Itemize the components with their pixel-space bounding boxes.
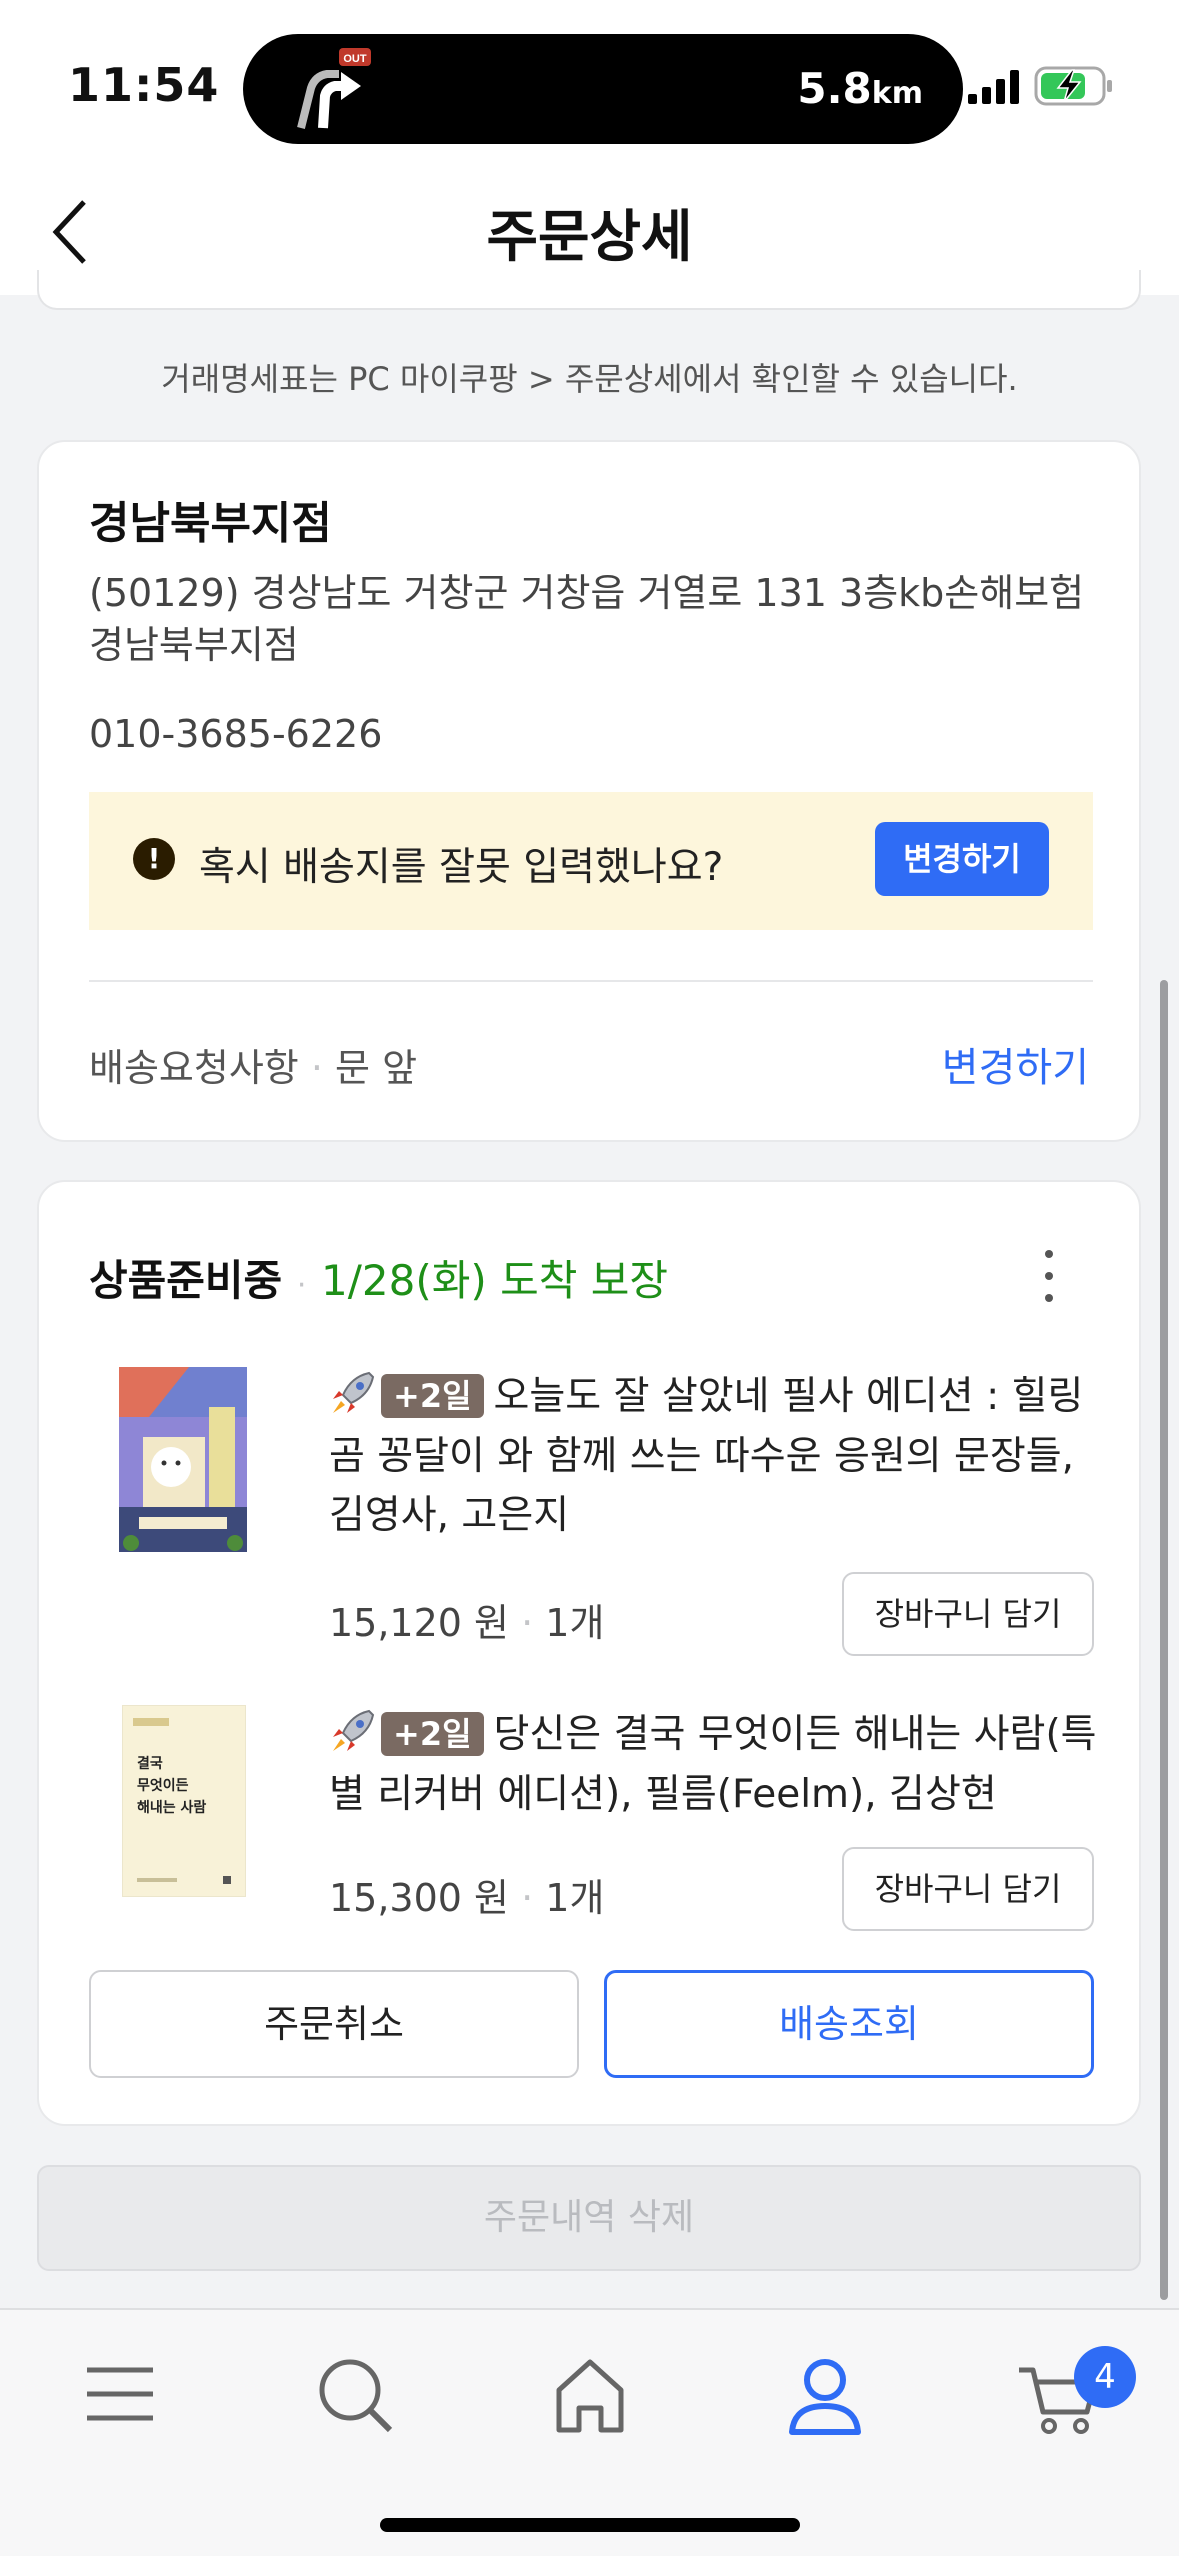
book-cover-image	[119, 1367, 247, 1552]
delivery-request: 배송요청사항 · 문 앞	[89, 1037, 417, 1092]
product-price: 15,300 원 · 1개	[329, 1867, 604, 1922]
distance-unit: km	[871, 76, 923, 111]
search-icon[interactable]	[310, 2350, 400, 2440]
recipient-phone: 010-3685-6226	[89, 712, 383, 756]
delivery-request-label: 배송요청사항	[89, 1046, 299, 1090]
scrollbar[interactable]	[1160, 980, 1168, 2300]
product-thumbnail[interactable]	[119, 1367, 247, 1552]
add-to-cart-button[interactable]: 장바구니 담기	[842, 1572, 1094, 1656]
delivery-days-badge: +2일	[381, 1374, 484, 1418]
price-value: 15,300 원	[329, 1876, 510, 1920]
battery-charging-icon	[1034, 66, 1112, 106]
book-cover-image: 결국 무엇이든 해내는 사람	[123, 1706, 245, 1896]
navigation-turn-icon: OUT	[297, 48, 371, 129]
svg-text:해내는 사람: 해내는 사람	[137, 1800, 206, 1816]
more-options-icon[interactable]	[1042, 1250, 1056, 1306]
recipient-name: 경남북부지점	[89, 498, 332, 549]
separator-dot: ·	[521, 1601, 534, 1645]
menu-icon[interactable]	[75, 2350, 165, 2440]
address-warning-text: 혹시 배송지를 잘못 입력했나요?	[199, 845, 724, 890]
divider	[89, 980, 1093, 982]
delivery-days-badge: +2일	[381, 1712, 484, 1756]
cover-text: 결국	[137, 1755, 163, 1772]
home-indicator[interactable]	[380, 2518, 800, 2532]
navigation-distance: 5.8km	[797, 64, 923, 113]
bottom-tab-bar: 4	[0, 2308, 1179, 2556]
product-title[interactable]: +2일 당신은 결국 무엇이든 해내는 사람(특별 리커버 에디션), 필름(Fe…	[329, 1705, 1119, 1824]
quantity: 1개	[545, 1601, 605, 1645]
home-icon[interactable]	[545, 2350, 635, 2440]
my-account-icon[interactable]	[780, 2350, 870, 2440]
separator-dot: ·	[521, 1876, 534, 1920]
product-title[interactable]: +2일 오늘도 잘 살았네 필사 에디션 : 힐링곰 꽁달이 와 함께 쓰는 따수…	[329, 1367, 1119, 1546]
add-to-cart-button[interactable]: 장바구니 담기	[842, 1847, 1094, 1931]
change-request-link[interactable]: 변경하기	[942, 1035, 1089, 1093]
track-delivery-button[interactable]: 배송조회	[604, 1970, 1094, 2078]
cellular-signal-icon	[968, 70, 1019, 104]
cancel-order-button[interactable]: 주문취소	[89, 1970, 579, 2078]
invoice-notice: 거래명세표는 PC 마이쿠팡 > 주문상세에서 확인할 수 있습니다.	[161, 360, 1018, 398]
quantity: 1개	[545, 1876, 605, 1920]
address-warning-box: ! 혹시 배송지를 잘못 입력했나요? 변경하기	[89, 792, 1093, 930]
order-items-card: 상품준비중 · 1/28(화) 도착 보장 +2일 오늘도 잘 살았네 필사 에…	[37, 1180, 1141, 2126]
rocket-delivery-icon	[333, 1709, 375, 1751]
exclamation-icon: !	[133, 838, 175, 880]
distance-value: 5.8	[797, 64, 872, 113]
delete-order-button[interactable]: 주문내역 삭제	[37, 2165, 1141, 2271]
product-thumbnail[interactable]: 결국 무엇이든 해내는 사람	[122, 1705, 246, 1897]
order-status-label: 상품준비중	[89, 1256, 283, 1305]
product-price: 15,120 원 · 1개	[329, 1592, 604, 1647]
cart-count-badge: 4	[1074, 2346, 1136, 2408]
nav-badge-text: OUT	[343, 53, 367, 65]
rocket-delivery-icon	[333, 1371, 375, 1413]
delivery-request-value: 문 앞	[335, 1046, 418, 1090]
order-status: 상품준비중 · 1/28(화) 도착 보장	[89, 1247, 668, 1308]
change-address-button[interactable]: 변경하기	[875, 822, 1049, 896]
dynamic-island[interactable]: OUT 5.8km	[243, 34, 963, 144]
svg-text:무엇이든: 무엇이든	[137, 1777, 189, 1794]
arrival-guarantee: 1/28(화) 도착 보장	[321, 1256, 668, 1305]
previous-card-edge	[37, 270, 1141, 310]
delivery-address-card: 경남북부지점 (50129) 경상남도 거창군 거창읍 거열로 131 3층kb…	[37, 440, 1141, 1142]
separator-dot: ·	[296, 1268, 307, 1303]
price-value: 15,120 원	[329, 1601, 510, 1645]
page-title: 주문상세	[486, 205, 693, 270]
separator-dot: ·	[310, 1046, 323, 1090]
status-time: 11:54	[68, 58, 220, 112]
delivery-address: (50129) 경상남도 거창군 거창읍 거열로 131 3층kb손해보험 경남…	[89, 571, 1085, 668]
status-bar: 11:54 OUT 5.8km	[0, 0, 1179, 170]
